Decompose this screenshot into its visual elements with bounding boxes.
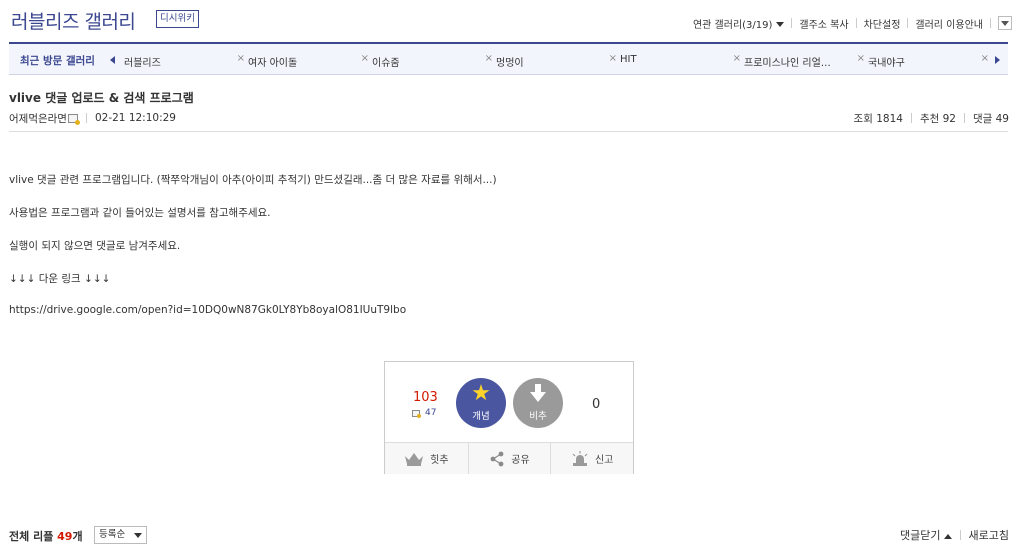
header-links: 연관 갤러리(3/19) 갤주소 복사 차단설정 갤러리 이용안내 <box>692 16 1012 31</box>
downvote-label: 비추 <box>529 411 547 422</box>
divider <box>990 18 991 28</box>
chevron-down-icon <box>1001 20 1009 26</box>
downvote-count: 0 <box>592 397 601 412</box>
close-icon[interactable]: × <box>361 53 369 64</box>
comment-count[interactable]: 댓글 49 <box>973 111 1009 126</box>
gallery-title[interactable]: 러블리즈 갤러리 <box>11 7 136 34</box>
close-icon[interactable]: × <box>981 53 989 64</box>
recommend-count: 추천 92 <box>919 112 956 125</box>
copy-address-link[interactable]: 갤주소 복사 <box>799 16 848 31</box>
collapse-comments-button[interactable]: 댓글닫기 <box>900 527 952 543</box>
divider <box>959 530 961 540</box>
fixed-nick-upvote-value: 47 <box>425 408 437 418</box>
fixed-nick-upvote-count: 47 <box>411 408 436 418</box>
recent-gallery-item[interactable]: 이슈줌 × <box>372 44 496 75</box>
report-button[interactable]: 신고 <box>550 443 633 474</box>
recent-gallery-item-label[interactable]: 국내야구 <box>868 54 905 69</box>
post-body-line: vlive 댓글 관련 프로그램입니다. (짝쭈악개님이 아추(아이피 추적기)… <box>9 174 497 186</box>
refresh-button[interactable]: 새로고침 <box>969 527 1009 543</box>
recent-gallery-item-label[interactable]: 멍멍이 <box>496 54 524 69</box>
post-body-line: ↓↓↓ 다운 링크 ↓↓↓ <box>9 273 111 285</box>
post-datetime: 02-21 12:10:29 <box>94 112 176 124</box>
divider <box>9 131 1008 132</box>
sort-select[interactable]: 등록순 <box>94 526 147 544</box>
post-title: vlive 댓글 업로드 & 검색 프로그램 <box>9 91 194 105</box>
post-body-line: 사용법은 프로그램과 같이 들어있는 설명서를 참고해주세요. <box>9 207 271 219</box>
star-icon: ★ <box>471 381 491 406</box>
recommend-box: 103 47 ★ 개념 비추 0 힛추 공유 신고 <box>384 361 634 474</box>
comment-footer: 전체 리플 49개 등록순 댓글닫기 새로고침 <box>0 524 1024 546</box>
upvote-button[interactable]: ★ 개념 <box>456 378 506 428</box>
hit-recommend-label: 힛추 <box>430 455 449 466</box>
chevron-down-icon <box>134 533 142 538</box>
recommend-actions: 힛추 공유 신고 <box>385 442 633 474</box>
collapse-comments-label: 댓글닫기 <box>900 529 941 542</box>
header-more-button[interactable] <box>998 16 1012 30</box>
post-stats: 조회 1814 추천 92 댓글 49 <box>854 111 1009 125</box>
gallery-header: 러블리즈 갤러리 디시위키 연관 갤러리(3/19) 갤주소 복사 차단설정 갤… <box>0 0 1024 40</box>
total-replies-prefix: 전체 리플 <box>9 530 58 543</box>
divider <box>910 113 912 123</box>
post-author[interactable]: 어제먹은라면 <box>9 111 67 126</box>
recent-gallery-item[interactable]: 프로미스나인 리얼… × <box>744 44 868 75</box>
comment-controls: 댓글닫기 새로고침 <box>900 528 1009 542</box>
divider <box>85 113 87 123</box>
sort-select-value: 등록순 <box>99 529 126 540</box>
recent-gallery-item-label[interactable]: 이슈줌 <box>372 54 400 69</box>
block-settings-link[interactable]: 차단설정 <box>864 16 901 31</box>
recent-gallery-item[interactable]: HIT × <box>620 44 744 75</box>
downvote-button[interactable]: 비추 <box>513 378 563 428</box>
share-button[interactable]: 공유 <box>467 443 551 474</box>
recent-gallery-item-label[interactable]: 여자 아이돌 <box>248 54 297 69</box>
crown-icon <box>405 452 424 466</box>
gallery-guide-link[interactable]: 갤러리 이용안내 <box>915 16 983 31</box>
divider <box>791 18 793 28</box>
chevron-up-icon <box>943 534 952 539</box>
fixed-nick-icon <box>412 409 421 418</box>
download-link[interactable]: https://drive.google.com/open?id=10DQ0wN… <box>9 304 406 316</box>
total-replies-count: 49 <box>57 530 73 543</box>
total-replies: 전체 리플 49개 <box>9 528 83 544</box>
related-gallery-dropdown[interactable]: 연관 갤러리(3/19) <box>692 16 785 31</box>
close-icon[interactable]: × <box>485 53 493 64</box>
fixed-nick-icon <box>67 113 80 125</box>
divider <box>907 18 909 28</box>
recent-gallery-item-label[interactable]: 프로미스나인 리얼… <box>744 54 831 69</box>
siren-icon <box>572 450 588 466</box>
wiki-badge[interactable]: 디시위키 <box>156 10 199 28</box>
divider <box>855 18 857 28</box>
recent-gallery-label: 최근 방문 갤러리 <box>20 55 95 67</box>
related-gallery-label: 연관 갤러리(3/19) <box>692 19 773 31</box>
post-body-line: 실행이 되지 않으면 댓글로 남겨주세요. <box>9 240 181 252</box>
down-arrow-icon <box>530 384 546 402</box>
prev-arrow-icon[interactable] <box>110 56 115 64</box>
divider <box>963 113 965 123</box>
close-icon[interactable]: × <box>733 53 741 64</box>
next-arrow-icon[interactable] <box>995 56 1000 64</box>
total-replies-suffix: 개 <box>72 530 83 543</box>
share-icon <box>490 451 504 466</box>
report-label: 신고 <box>594 455 614 466</box>
recent-gallery-item-label[interactable]: HIT <box>620 54 637 65</box>
close-icon[interactable]: × <box>857 53 865 64</box>
share-label: 공유 <box>511 455 530 466</box>
hit-recommend-button[interactable]: 힛추 <box>385 443 468 474</box>
recent-gallery-item-label[interactable]: 러블리즈 <box>124 54 161 69</box>
recent-gallery-item[interactable]: 멍멍이 × <box>496 44 620 75</box>
recent-gallery-item[interactable]: 여자 아이돌 × <box>248 44 372 75</box>
view-count: 조회 1814 <box>853 112 903 125</box>
recent-gallery-list: 러블리즈 × 여자 아이돌 × 이슈줌 × 멍멍이 × HIT × 프로미스나인… <box>124 44 991 75</box>
upvote-count: 103 <box>413 390 438 405</box>
chevron-down-icon <box>776 22 785 27</box>
recent-gallery-item[interactable]: 러블리즈 × <box>124 44 248 75</box>
close-icon[interactable]: × <box>609 53 617 64</box>
upvote-label: 개념 <box>472 411 490 422</box>
recent-gallery-item[interactable]: 국내야구 × <box>868 44 992 75</box>
post-meta: 어제먹은라면 02-21 12:10:29 <box>9 111 176 125</box>
recent-gallery-bar: 최근 방문 갤러리 러블리즈 × 여자 아이돌 × 이슈줌 × 멍멍이 × HI… <box>9 42 1008 75</box>
close-icon[interactable]: × <box>237 53 245 64</box>
